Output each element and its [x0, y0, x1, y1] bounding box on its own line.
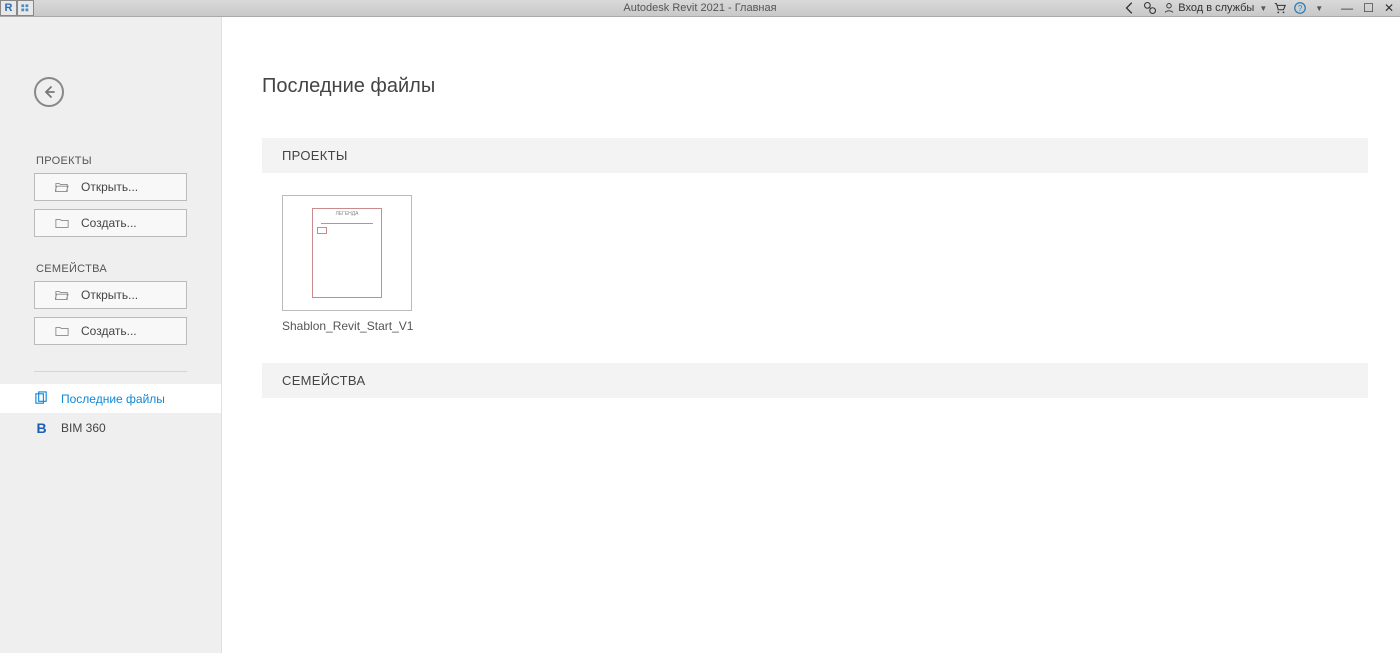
main-content: Последние файлы ПРОЕКТЫ ЛЕГЕНДА Shablon_…: [222, 17, 1400, 653]
page-title: Последние файлы: [262, 75, 1368, 98]
help-chevron-down-icon[interactable]: ▼: [1315, 4, 1323, 13]
help-icon[interactable]: ?: [1293, 1, 1307, 15]
folder-icon: [55, 325, 69, 337]
window-title: Autodesk Revit 2021 - Главная: [623, 2, 776, 14]
nav-bim360[interactable]: B BIM 360: [0, 413, 221, 442]
preview-caption: ЛЕГЕНДА: [321, 211, 373, 224]
back-button[interactable]: [34, 77, 64, 107]
open-family-button[interactable]: Открыть...: [34, 281, 187, 309]
create-family-button[interactable]: Создать...: [34, 317, 187, 345]
maximize-button[interactable]: ☐: [1363, 1, 1374, 15]
window-controls: — ☐ ✕: [1341, 1, 1394, 15]
file-preview: ЛЕГЕНДА: [282, 195, 412, 311]
nav-bim360-label: BIM 360: [61, 421, 106, 435]
signin-button[interactable]: Вход в службы ▼: [1163, 2, 1267, 14]
recent-file-thumb[interactable]: ЛЕГЕНДА Shablon_Revit_Start_V1: [282, 195, 412, 333]
home-icon[interactable]: [17, 0, 34, 16]
folder-open-icon: [55, 289, 69, 301]
close-button[interactable]: ✕: [1384, 1, 1394, 15]
sidebar: ПРОЕКТЫ Открыть... Создать... СЕМЕЙСТВА: [0, 17, 222, 653]
sidebar-families-section: СЕМЕЙСТВА Открыть... Создать...: [0, 263, 221, 353]
families-section-label: СЕМЕЙСТВА: [0, 263, 221, 281]
file-name-label: Shablon_Revit_Start_V1: [282, 319, 412, 333]
chevron-down-icon: ▼: [1259, 4, 1267, 13]
folder-open-icon: [55, 181, 69, 193]
recent-files-icon: [34, 391, 49, 406]
nav-recent-label: Последние файлы: [61, 392, 165, 406]
title-bar: R Autodesk Revit 2021 - Главная Вход в с…: [0, 0, 1400, 17]
create-family-label: Создать...: [81, 324, 137, 338]
revit-logo-icon[interactable]: R: [0, 0, 17, 16]
sidebar-projects-section: ПРОЕКТЫ Открыть... Создать...: [0, 155, 221, 245]
create-project-button[interactable]: Создать...: [34, 209, 187, 237]
projects-panel-header: ПРОЕКТЫ: [262, 138, 1368, 173]
recent-projects-row: ЛЕГЕНДА Shablon_Revit_Start_V1: [262, 173, 1368, 363]
minimize-button[interactable]: —: [1341, 1, 1353, 15]
families-panel-header: СЕМЕЙСТВА: [262, 363, 1368, 398]
back-arrow-icon[interactable]: [1123, 1, 1137, 15]
open-family-label: Открыть...: [81, 288, 138, 302]
search-icon[interactable]: [1143, 1, 1157, 15]
svg-text:?: ?: [1298, 4, 1303, 13]
nav-recent-files[interactable]: Последние файлы: [0, 384, 221, 413]
open-project-button[interactable]: Открыть...: [34, 173, 187, 201]
sidebar-divider: [34, 371, 187, 372]
bim360-icon: B: [34, 420, 49, 435]
signin-label: Вход в службы: [1178, 2, 1254, 14]
folder-icon: [55, 217, 69, 229]
projects-section-label: ПРОЕКТЫ: [0, 155, 221, 173]
open-project-label: Открыть...: [81, 180, 138, 194]
titlebar-right: Вход в службы ▼ ? ▼ — ☐ ✕: [1123, 1, 1400, 15]
titlebar-left: R: [0, 0, 34, 16]
cart-icon[interactable]: [1273, 1, 1287, 15]
create-project-label: Создать...: [81, 216, 137, 230]
